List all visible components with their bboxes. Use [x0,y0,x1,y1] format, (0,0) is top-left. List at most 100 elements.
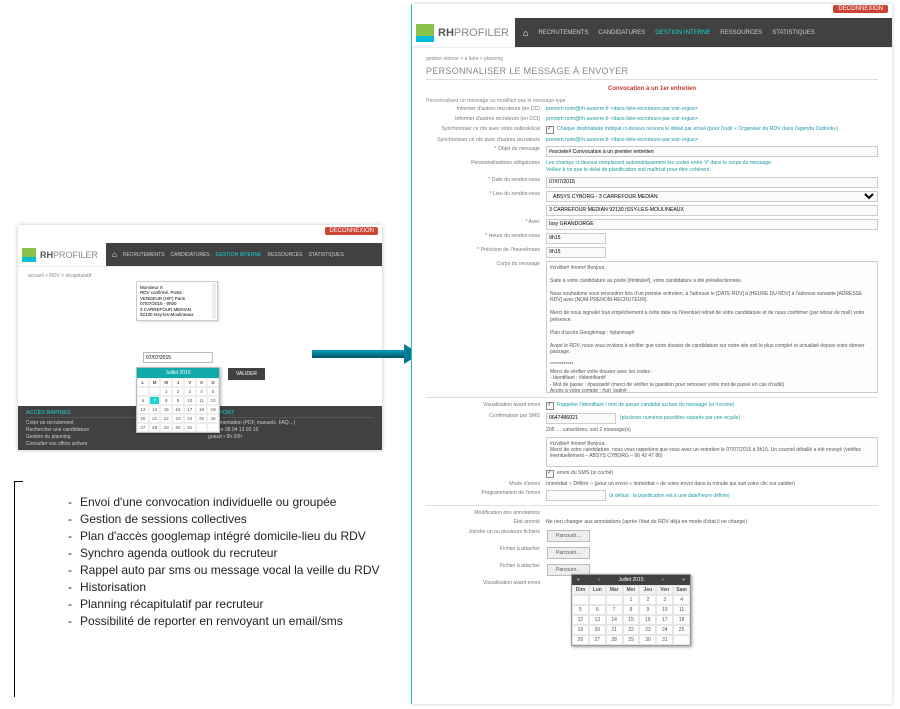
nav-gestion-interne[interactable]: GESTION INTERNE [216,252,262,258]
calendar-day[interactable]: 1 [623,595,640,605]
valider-button[interactable]: VALIDER [228,368,265,380]
calendar-day[interactable]: 15 [160,405,172,414]
browse-button[interactable]: Parcourir… [547,547,590,559]
calendar-day[interactable] [606,595,623,605]
logout-button[interactable]: DÉCONNEXION [325,227,378,235]
calendar-day[interactable]: 19 [572,625,589,635]
calendar-day[interactable]: 21 [606,625,623,635]
calendar-day[interactable]: 3 [184,387,196,396]
message-body-textarea[interactable]: #civilite# #nom# Bonjour, Suite à votre … [546,261,878,393]
prev-year-icon[interactable]: « [574,577,583,583]
calendar-day[interactable]: 30 [172,423,184,432]
sms-body-textarea[interactable]: #civilite# #nom# Bonjour, Merci de votre… [546,437,878,467]
nav-candidatures[interactable]: CANDIDATURES [598,30,645,36]
calendar-day[interactable]: 14 [606,615,623,625]
date-input[interactable] [143,352,213,363]
calendar-day[interactable]: 2 [172,387,184,396]
nav-candidatures[interactable]: CANDIDATURES [171,252,210,258]
calendar-day[interactable]: 16 [172,405,184,414]
ann-value[interactable]: Ne rien changer aux annotations (après l… [546,519,878,526]
calendar-day[interactable]: 29 [160,423,172,432]
lieu-select[interactable]: ABSYS CYBORG - 3 CARREFOUR MEDIAN [546,191,878,202]
visu-checkbox[interactable] [546,402,554,410]
calendar-day[interactable]: 9 [172,396,184,405]
val-sync2[interactable]: prenom.nom@rh-auxerre.fr <dans-liste-rec… [546,137,878,144]
calendar-day[interactable]: 27 [589,635,606,645]
calendar-day[interactable]: 12 [572,615,589,625]
calendar-day[interactable]: 22 [160,414,172,423]
calendar-day[interactable]: 9 [639,605,656,615]
footer-link[interactable]: Gestion du planning [26,434,192,441]
calendar-day[interactable] [572,595,589,605]
nav-ressources[interactable]: RESSOURCES [720,30,762,36]
calendar-day[interactable] [149,387,161,396]
home-icon[interactable]: ⌂ [523,28,528,38]
calendar-day[interactable] [589,595,606,605]
logout-button[interactable]: DÉCONNEXION [833,5,888,13]
calendar-day[interactable]: 24 [184,414,196,423]
calendar-day[interactable]: 4 [196,387,208,396]
calendar-day[interactable]: 18 [673,615,690,625]
calendar-day[interactable]: 5 [207,387,219,396]
calendar-day[interactable]: 3 [656,595,673,605]
calendar-day[interactable]: 25 [673,625,690,635]
calendar-day[interactable]: 15 [623,615,640,625]
objet-input[interactable] [546,146,878,157]
calendar-day[interactable]: 30 [639,635,656,645]
calendar-day[interactable]: 10 [656,605,673,615]
calendar-day[interactable]: 23 [639,625,656,635]
calendar-day[interactable] [137,387,149,396]
heure-input[interactable] [546,233,606,244]
calendar-day[interactable]: 14 [149,405,161,414]
calendar-day[interactable]: 8 [160,396,172,405]
home-icon[interactable]: ⌂ [112,250,117,259]
next-year-icon[interactable]: » [679,577,688,583]
calendar-day[interactable]: 20 [137,414,149,423]
heure2-input[interactable] [546,247,606,258]
sms-number-input[interactable] [546,413,616,424]
calendar-day[interactable]: 25 [196,414,208,423]
next-month-icon[interactable]: › [659,577,667,583]
calendar-day[interactable]: 17 [656,615,673,625]
nav-recrutements[interactable]: RECRUTEMENTS [123,252,165,258]
calendar-day[interactable]: 8 [623,605,640,615]
sync-checkbox[interactable] [546,126,554,134]
calendar-day[interactable]: 18 [196,405,208,414]
calendar-day[interactable] [207,423,219,432]
rdv-card[interactable]: Monsieur X RDV confirmé. Poste : VENDEUR… [136,281,218,321]
nav-ressources[interactable]: RESSOURCES [267,252,302,258]
calendar-day[interactable]: 12 [207,396,219,405]
calendar-day[interactable]: 13 [589,615,606,625]
calendar-day[interactable]: 7 [606,605,623,615]
calendar-day[interactable]: 1 [160,387,172,396]
calendar-day[interactable]: 6 [589,605,606,615]
calendar-day[interactable]: 11 [673,605,690,615]
browse-button[interactable]: Parcourir… [547,530,590,542]
calendar-day[interactable]: 31 [656,635,673,645]
calendar-day[interactable]: 6 [137,396,149,405]
nav-recrutements[interactable]: RECRUTEMENTS [538,30,588,36]
nav-statistiques[interactable]: STATISTIQUES [308,252,343,258]
calendar-day[interactable]: 28 [606,635,623,645]
prog-date-input[interactable] [546,490,606,501]
nav-statistiques[interactable]: STATISTIQUES [772,30,814,36]
nav-gestion-interne[interactable]: GESTION INTERNE [655,30,710,36]
calendar-day[interactable]: 22 [623,625,640,635]
mode-value[interactable]: Immédiat ○ Différé ○ (pour un envoi « im… [546,481,878,488]
calendar-day[interactable]: 17 [184,405,196,414]
calendar-day[interactable]: 11 [196,396,208,405]
calendar-day[interactable] [196,423,208,432]
calendar-day[interactable]: 26 [207,414,219,423]
calendar-day[interactable]: 20 [589,625,606,635]
date-picker[interactable]: « ‹ Juillet 2015 › » DimLunMarMerJeuVenS… [571,574,691,646]
calendar-day[interactable]: 16 [639,615,656,625]
calendar-day[interactable]: 29 [623,635,640,645]
calendar-day[interactable]: 24 [656,625,673,635]
calendar-day[interactable]: 23 [172,414,184,423]
lieu-detail-input[interactable] [546,205,878,216]
scrollbar[interactable] [212,283,216,319]
calendar-day[interactable]: 4 [673,595,690,605]
calendar-day[interactable]: 7 [149,396,161,405]
calendar-day[interactable]: 28 [149,423,161,432]
calendar-day[interactable]: 10 [184,396,196,405]
